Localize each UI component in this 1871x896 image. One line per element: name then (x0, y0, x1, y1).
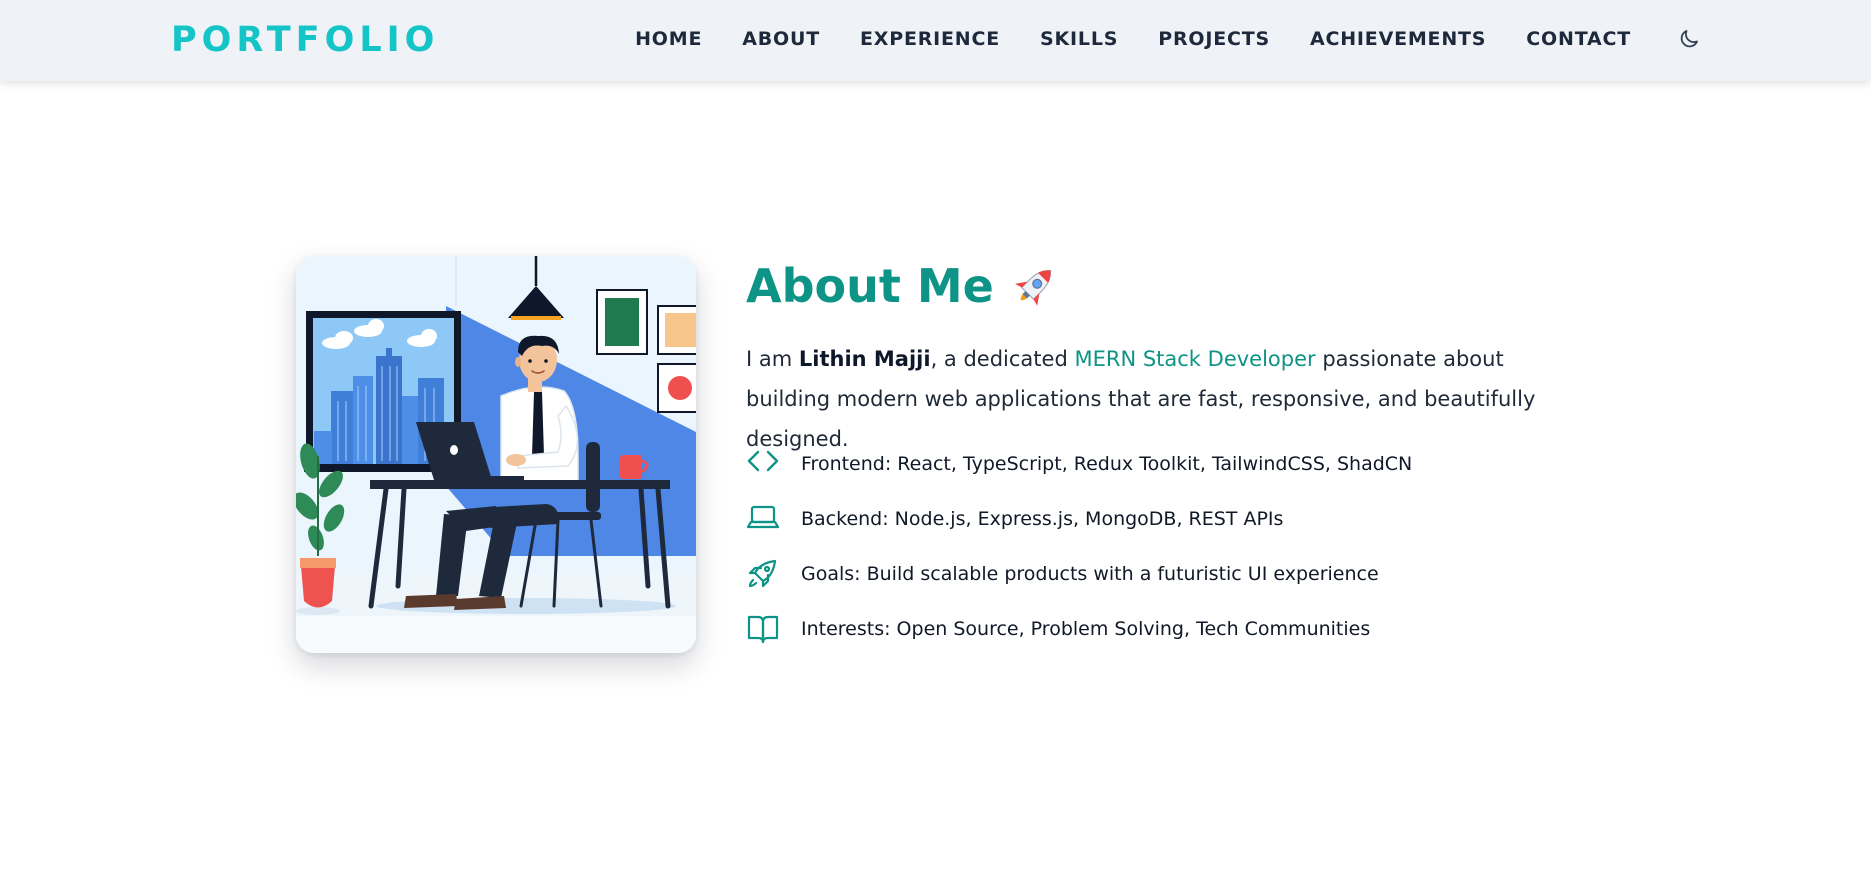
intro-middle: , a dedicated (930, 347, 1075, 371)
moon-icon (1680, 30, 1698, 48)
brand-logo[interactable]: PORTFOLIO (171, 18, 439, 62)
rocket-icon (1010, 261, 1060, 311)
about-title: About Me (746, 254, 1060, 318)
list-item-text: Backend: Node.js, Express.js, MongoDB, R… (801, 508, 1284, 530)
list-item-text: Frontend: React, TypeScript, Redux Toolk… (801, 453, 1413, 475)
code-icon (746, 448, 780, 480)
list-item-text: Goals: Build scalable products with a fu… (801, 563, 1379, 585)
about-illustration (296, 256, 696, 653)
nav-links: HOME ABOUT EXPERIENCE SKILLS PROJECTS AC… (635, 26, 1631, 52)
nav-link-about[interactable]: ABOUT (742, 26, 820, 52)
theme-toggle-button[interactable] (1675, 25, 1703, 53)
list-item-backend: Backend: Node.js, Express.js, MongoDB, R… (746, 503, 1412, 558)
book-open-icon (746, 613, 780, 645)
list-item-text: Interests: Open Source, Problem Solving,… (801, 618, 1371, 640)
nav-link-experience[interactable]: EXPERIENCE (860, 26, 1000, 52)
list-item-frontend: Frontend: React, TypeScript, Redux Toolk… (746, 448, 1412, 503)
nav-link-skills[interactable]: SKILLS (1040, 26, 1118, 52)
laptop-icon (746, 503, 780, 535)
list-item-interests: Interests: Open Source, Problem Solving,… (746, 613, 1412, 668)
developer-at-desk-illustration (296, 256, 696, 653)
rocket-outline-icon (746, 558, 780, 590)
about-details-list: Frontend: React, TypeScript, Redux Toolk… (746, 448, 1412, 668)
navbar: PORTFOLIO HOME ABOUT EXPERIENCE SKILLS P… (0, 0, 1871, 81)
list-item-goals: Goals: Build scalable products with a fu… (746, 558, 1412, 613)
about-title-text: About Me (746, 259, 994, 313)
nav-link-achievements[interactable]: ACHIEVEMENTS (1310, 26, 1486, 52)
nav-link-contact[interactable]: CONTACT (1526, 26, 1631, 52)
nav-link-projects[interactable]: PROJECTS (1158, 26, 1270, 52)
developer-role: MERN Stack Developer (1074, 347, 1316, 371)
nav-link-home[interactable]: HOME (635, 26, 702, 52)
intro-prefix: I am (746, 347, 799, 371)
developer-name: Lithin Majji (798, 347, 931, 371)
about-intro: I am Lithin Majji, a dedicated MERN Stac… (746, 339, 1566, 459)
